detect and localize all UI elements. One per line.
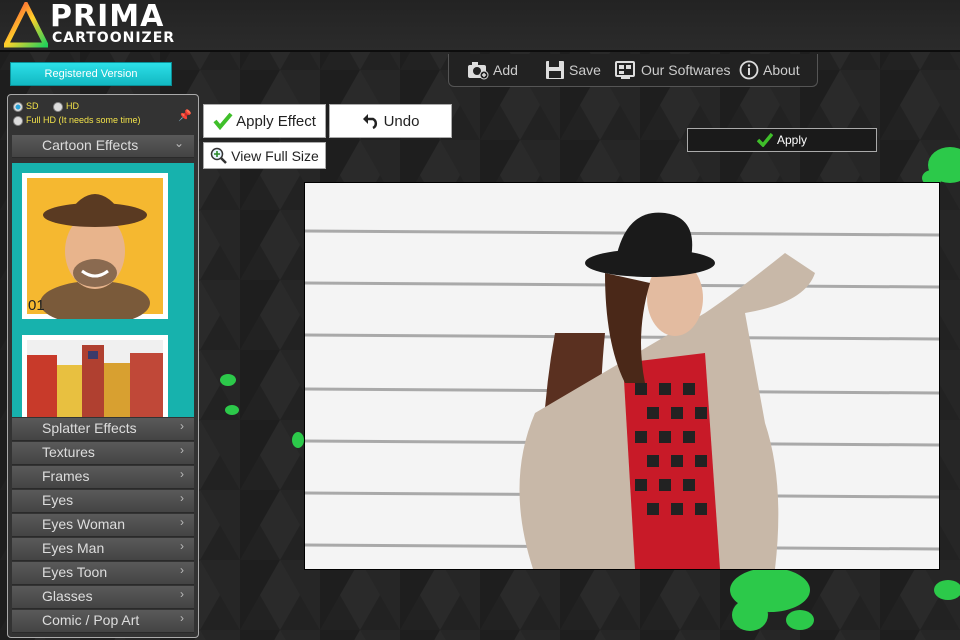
effects-thumbnails[interactable]: 01 [12,163,194,417]
apply-label: Apply [776,133,808,147]
effect-thumbnail[interactable]: 01 [22,173,168,325]
sd-label: SD [26,101,39,111]
quality-options: SD HD Full HD (It needs some time) [13,101,141,129]
info-icon [739,60,759,80]
category-eyes[interactable]: Eyes › [12,490,194,513]
category-label: Textures [42,444,95,460]
chevron-right-icon: › [180,563,184,577]
chevron-right-icon: › [180,491,184,505]
category-label: Comic / Pop Art [42,612,140,628]
category-splatter-effects[interactable]: Splatter Effects › [12,418,194,441]
radio-selected-icon [13,101,23,112]
chevron-down-icon: ⌄ [173,136,184,150]
category-eyes-woman[interactable]: Eyes Woman › [12,514,194,537]
town-thumbnail [27,340,163,417]
logo-subtitle: CARTOONIZER [52,30,176,46]
radio-icon [13,115,23,126]
effect-thumbnail[interactable] [22,335,168,417]
main-toolbar: Add Save Our Softwares About [448,54,818,87]
category-comic-pop-art[interactable]: Comic / Pop Art › [12,610,194,633]
save-label: Save [569,62,601,78]
category-cartoon-effects[interactable]: Cartoon Effects ⌄ [12,135,194,158]
checkmark-icon [213,112,233,130]
effects-panel: SD HD Full HD (It needs some time) 📌 Car… [7,94,199,638]
undo-icon [362,114,377,129]
our-softwares-label: Our Softwares [641,62,731,78]
fullhd-radio[interactable]: Full HD (It needs some time) [13,115,141,129]
category-frames[interactable]: Frames › [12,466,194,489]
title-bar: PRIMA CARTOONIZER [0,0,960,52]
category-label: Cartoon Effects [42,137,139,153]
add-photo-icon [468,62,489,80]
radio-icon [53,101,64,112]
chevron-right-icon: › [180,587,184,601]
save-button[interactable]: Save [545,59,601,81]
logo-title: PRIMA [50,0,165,34]
chevron-right-icon: › [180,515,184,529]
add-label: Add [493,62,518,78]
chevron-right-icon: › [180,419,184,433]
undo-button[interactable]: Undo [329,104,452,138]
category-label: Eyes Man [42,540,105,556]
hd-label: HD [66,101,80,111]
chevron-right-icon: › [180,611,184,625]
category-label: Eyes Woman [42,516,125,532]
category-eyes-man[interactable]: Eyes Man › [12,538,194,561]
fullhd-label: Full HD (It needs some time) [26,115,141,125]
chevron-right-icon: › [180,443,184,457]
category-label: Splatter Effects [42,420,137,436]
zoom-in-icon [210,147,228,164]
category-textures[interactable]: Textures › [12,442,194,465]
category-label: Eyes [42,492,74,508]
add-button[interactable]: Add [467,59,518,81]
chevron-right-icon: › [180,539,184,553]
prima-logo-icon [4,2,48,48]
preview-image [305,183,939,569]
about-button[interactable]: About [739,59,800,81]
hd-radio[interactable]: HD [53,101,80,112]
category-glasses[interactable]: Glasses › [12,586,194,609]
our-softwares-button[interactable]: Our Softwares [615,59,730,81]
pin-icon[interactable]: 📌 [178,109,192,122]
view-full-size-button[interactable]: View Full Size [203,142,326,169]
apply-effect-label: Apply Effect [236,112,316,130]
view-full-size-label: View Full Size [231,147,319,164]
apply-effect-button[interactable]: Apply Effect [203,104,326,138]
floppy-disk-icon [546,61,564,79]
about-label: About [763,62,800,78]
checkmark-icon [756,133,773,147]
undo-label: Undo [383,112,420,130]
category-eyes-toon[interactable]: Eyes Toon › [12,562,194,585]
thumbnail-number: 01 [28,297,45,314]
registered-version-button[interactable]: Registered Version [10,62,172,86]
category-label: Eyes Toon [42,564,108,580]
sd-radio[interactable]: SD [13,101,39,112]
chevron-right-icon: › [180,467,184,481]
category-label: Frames [42,468,90,484]
category-label: Glasses [42,588,93,604]
apply-button[interactable]: Apply [687,128,877,152]
photo-preview [304,182,940,570]
software-icon [615,61,635,79]
